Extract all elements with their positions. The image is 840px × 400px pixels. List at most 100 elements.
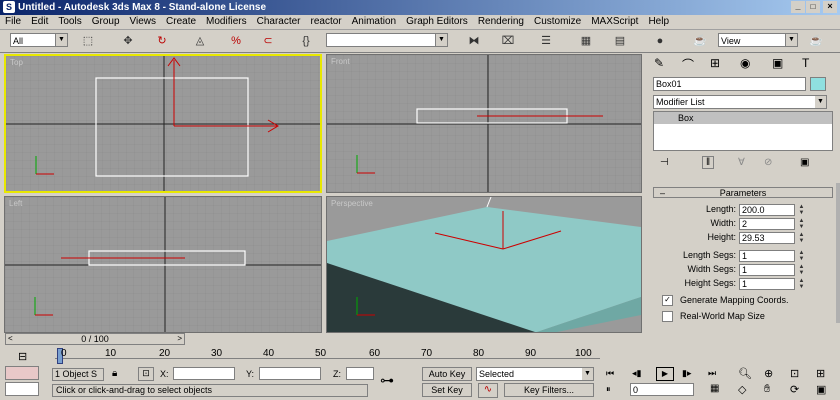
menu-create[interactable]: Create xyxy=(161,15,201,29)
width-segs-spinner[interactable]: ▲ ▼ xyxy=(797,264,806,276)
selection-filter-dropdown[interactable]: All ▼ xyxy=(10,33,68,47)
time-configuration-icon[interactable]: ▦ xyxy=(710,383,719,394)
z-coordinate-field[interactable] xyxy=(346,367,374,380)
viewport-perspective[interactable]: Perspective xyxy=(326,196,642,333)
select-move-icon[interactable]: ✥ xyxy=(118,32,138,50)
y-coordinate-field[interactable] xyxy=(259,367,321,380)
create-tab-icon[interactable]: ✎ xyxy=(654,56,664,70)
viewport-left[interactable]: Left xyxy=(4,196,322,333)
motion-tab-icon[interactable]: ◉ xyxy=(740,56,750,70)
modifier-list-dropdown[interactable]: Modifier List ▼ xyxy=(653,95,827,109)
hierarchy-tab-icon[interactable]: ⊞ xyxy=(710,56,720,70)
zoom-all-icon[interactable]: ⊕ xyxy=(764,367,773,380)
menu-reactor[interactable]: reactor xyxy=(306,15,347,29)
object-name-field[interactable]: Box01 xyxy=(653,77,806,91)
current-frame-field[interactable]: 0 xyxy=(630,383,694,396)
maxscript-listener-white[interactable] xyxy=(5,382,39,396)
menu-graph-editors[interactable]: Graph Editors xyxy=(401,15,473,29)
width-spinner[interactable]: ▲ ▼ xyxy=(797,218,806,230)
render-scene-icon[interactable]: ☕ xyxy=(690,32,710,50)
key-mode-dropdown[interactable]: Selected ▼ xyxy=(476,367,594,381)
default-tangents-icon[interactable]: ∿ xyxy=(478,383,498,398)
maxscript-listener-pink[interactable] xyxy=(5,366,39,380)
display-tab-icon[interactable]: ▣ xyxy=(772,56,783,70)
menu-animation[interactable]: Animation xyxy=(347,15,401,29)
edit-named-selection-icon[interactable]: {} xyxy=(296,32,316,50)
time-slider[interactable]: < 0 / 100 > xyxy=(5,333,185,345)
maximize-button[interactable]: □ xyxy=(806,1,820,13)
lock-selection-icon[interactable]: 🔒︎ xyxy=(112,368,117,379)
previous-frame-icon[interactable]: ◂▮ xyxy=(632,368,641,379)
curve-editor-icon[interactable]: ▦ xyxy=(576,32,596,50)
object-color-swatch[interactable] xyxy=(810,77,826,91)
view-dropdown[interactable]: View ▼ xyxy=(718,33,798,47)
menu-group[interactable]: Group xyxy=(87,15,125,29)
menu-modifiers[interactable]: Modifiers xyxy=(201,15,252,29)
key-filters-button[interactable]: Key Filters... xyxy=(504,383,594,397)
app-icon[interactable]: S xyxy=(3,1,15,13)
zoom-icon[interactable]: 🔍︎ xyxy=(738,367,752,380)
next-frame-icon[interactable]: ▮▸ xyxy=(682,368,691,379)
mirror-icon[interactable]: ⧓ xyxy=(464,32,484,50)
align-icon[interactable]: ⌧ xyxy=(498,32,518,50)
menu-customize[interactable]: Customize xyxy=(529,15,586,29)
layer-manager-icon[interactable]: ☰ xyxy=(536,32,556,50)
height-spinner[interactable]: ▲ ▼ xyxy=(797,232,806,244)
pan-icon[interactable]: ✋︎ xyxy=(764,383,770,396)
viewport-front-label[interactable]: Front xyxy=(331,57,350,66)
key-mode-icon[interactable]: ⊶ xyxy=(380,372,394,389)
menu-file[interactable]: File xyxy=(0,15,26,29)
key-mode-toggle-icon[interactable]: ⏸ xyxy=(606,384,611,395)
length-spinner[interactable]: ▲ ▼ xyxy=(797,204,806,216)
menu-views[interactable]: Views xyxy=(125,15,162,29)
menu-tools[interactable]: Tools xyxy=(53,15,86,29)
viewport-top[interactable]: Top xyxy=(4,54,322,193)
mini-curve-icon[interactable]: ⊟ xyxy=(18,350,27,363)
menu-help[interactable]: Help xyxy=(643,15,674,29)
absolute-mode-icon[interactable]: ⊡ xyxy=(138,367,154,381)
go-to-start-icon[interactable]: ⏮ xyxy=(606,368,614,379)
quick-render-icon[interactable]: ☕ xyxy=(806,32,826,50)
maximize-viewport-icon[interactable]: ▣ xyxy=(816,383,826,396)
remove-modifier-icon[interactable]: ⊘ xyxy=(764,157,772,168)
close-button[interactable]: × xyxy=(823,1,837,13)
select-scale-icon[interactable]: ◬ xyxy=(190,32,210,50)
length-segs-spinner[interactable]: ▲ ▼ xyxy=(797,250,806,262)
menu-character[interactable]: Character xyxy=(252,15,306,29)
width-segs-field[interactable]: 1 xyxy=(739,264,795,276)
parameters-rollout-header[interactable]: – Parameters xyxy=(653,187,833,198)
menu-edit[interactable]: Edit xyxy=(26,15,53,29)
select-object-icon[interactable]: ⬚ xyxy=(78,32,98,50)
go-to-end-icon[interactable]: ⏭ xyxy=(708,368,716,379)
modifier-stack-item[interactable]: Box xyxy=(654,112,832,124)
menu-maxscript[interactable]: MAXScript xyxy=(586,15,643,29)
track-bar[interactable]: 0 10 20 30 40 50 60 70 80 90 100 xyxy=(55,348,600,366)
height-segs-field[interactable]: 1 xyxy=(739,278,795,290)
select-rotate-icon[interactable]: ↻ xyxy=(152,32,172,50)
x-coordinate-field[interactable] xyxy=(173,367,235,380)
configure-sets-icon[interactable]: ▣ xyxy=(800,157,809,168)
length-segs-field[interactable]: 1 xyxy=(739,250,795,262)
viewport-left-label[interactable]: Left xyxy=(9,199,22,208)
viewport-perspective-label[interactable]: Perspective xyxy=(331,199,373,208)
spinner-snap-icon[interactable]: ⊂ xyxy=(258,32,278,50)
zoom-extents-icon[interactable]: ⊡ xyxy=(790,367,799,380)
slider-next-icon[interactable]: > xyxy=(177,334,182,344)
arc-rotate-icon[interactable]: ⟳ xyxy=(790,383,799,396)
percent-snap-icon[interactable]: % xyxy=(226,32,246,50)
height-field[interactable]: 29.53 xyxy=(739,232,795,244)
play-icon[interactable]: ▶ xyxy=(656,367,674,381)
field-of-view-icon[interactable]: ◇ xyxy=(738,383,746,396)
schematic-view-icon[interactable]: ▤ xyxy=(610,32,630,50)
show-end-result-icon[interactable]: ‖ xyxy=(702,156,715,169)
viewport-top-label[interactable]: Top xyxy=(10,58,23,67)
pin-stack-icon[interactable]: ⊣ xyxy=(660,157,669,168)
menu-rendering[interactable]: Rendering xyxy=(473,15,529,29)
real-world-map-checkbox[interactable] xyxy=(662,311,673,322)
utilities-tab-icon[interactable]: T xyxy=(802,56,809,70)
slider-prev-icon[interactable]: < xyxy=(8,334,13,344)
length-field[interactable]: 200.0 xyxy=(739,204,795,216)
zoom-extents-all-icon[interactable]: ⊞ xyxy=(816,367,825,380)
minimize-button[interactable]: _ xyxy=(791,1,805,13)
named-selection-dropdown[interactable]: ▼ xyxy=(326,33,448,47)
